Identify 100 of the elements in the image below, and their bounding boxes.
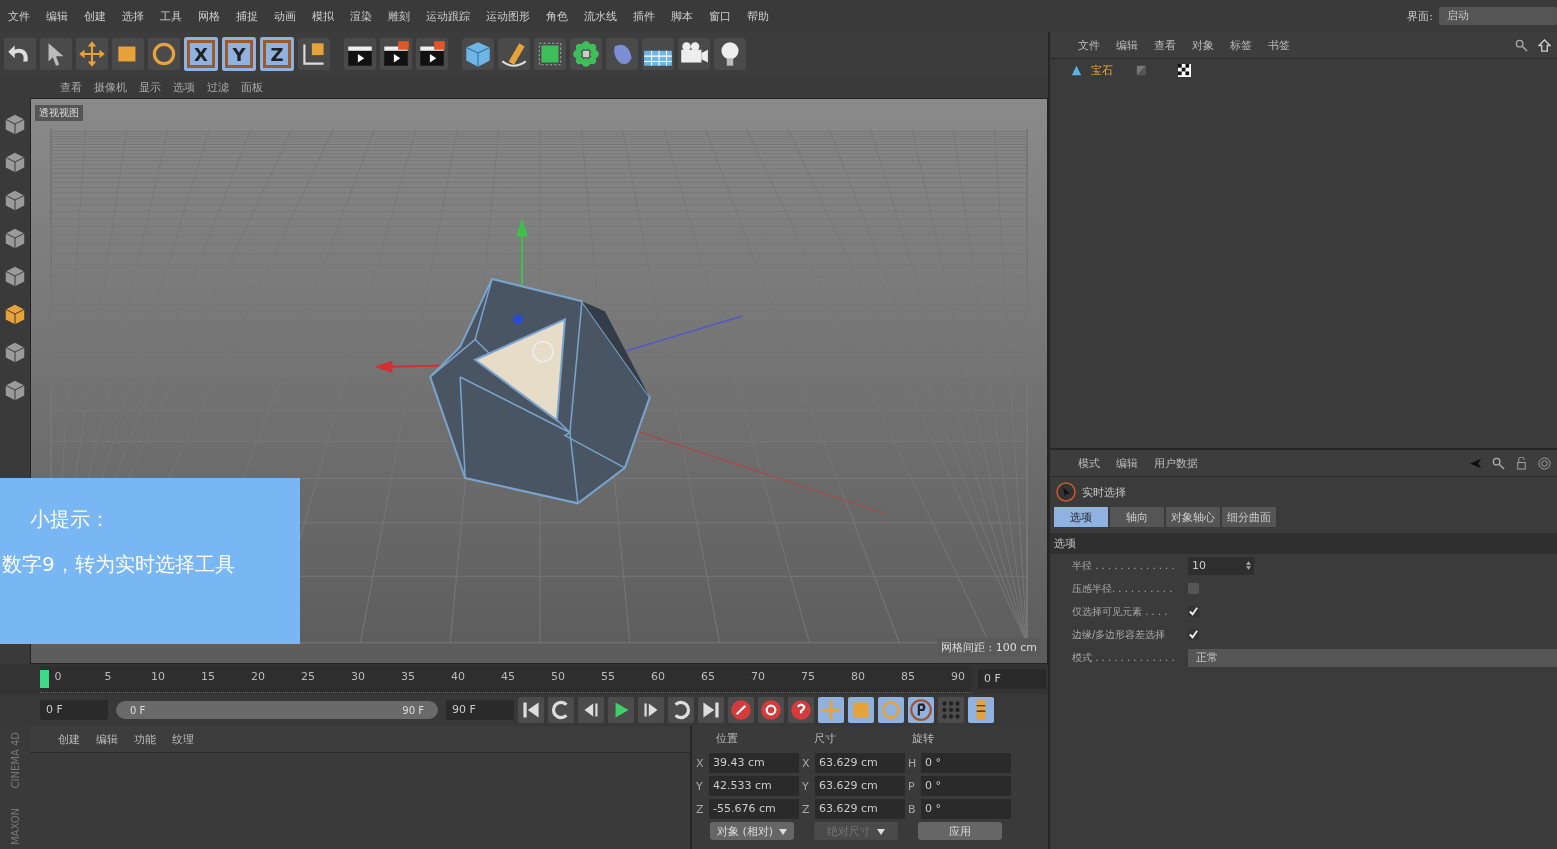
size-field[interactable]: 63.629 cm	[815, 753, 905, 773]
cube-icon[interactable]	[3, 264, 27, 288]
parameter-key-icon[interactable]	[908, 697, 934, 723]
floor-icon[interactable]	[642, 38, 674, 70]
record-key-icon[interactable]	[728, 697, 754, 723]
timeline-icon[interactable]	[968, 697, 994, 723]
flower-icon[interactable]	[570, 38, 602, 70]
play-icon[interactable]	[608, 697, 634, 723]
visibility-toggle-icon[interactable]	[1135, 63, 1148, 77]
attribute-tab[interactable]: 选项	[1054, 507, 1108, 527]
menu-item[interactable]: 脚本	[663, 8, 701, 24]
attribute-menu-item[interactable]: 编辑	[1110, 455, 1144, 471]
checker-tag-icon[interactable]	[1178, 63, 1191, 77]
attribute-menu-item[interactable]: 模式	[1072, 455, 1106, 471]
menu-item[interactable]: 角色	[538, 8, 576, 24]
menu-item[interactable]: 捕捉	[228, 8, 266, 24]
arrow-tool-icon[interactable]	[40, 38, 72, 70]
menu-item[interactable]: 窗口	[701, 8, 739, 24]
layout-dropdown[interactable]: 启动	[1439, 7, 1557, 25]
menu-item[interactable]: 模拟	[304, 8, 342, 24]
step-forward-icon[interactable]	[638, 697, 664, 723]
cube-icon[interactable]	[3, 226, 27, 250]
menu-item[interactable]: 编辑	[38, 8, 76, 24]
axis-lock-button[interactable]: X	[184, 37, 218, 71]
object-row[interactable]: 宝石	[1050, 59, 1557, 81]
checkbox[interactable]	[1188, 606, 1199, 617]
home-icon[interactable]	[1538, 38, 1551, 52]
cube-icon[interactable]	[3, 150, 27, 174]
cube-icon[interactable]	[3, 112, 27, 136]
menu-item[interactable]: 雕刻	[380, 8, 418, 24]
position-field[interactable]: 42.533 cm	[709, 776, 799, 796]
menu-item[interactable]: 创建	[76, 8, 114, 24]
attribute-tab[interactable]: 对象轴心	[1166, 507, 1220, 527]
cube-icon[interactable]	[3, 188, 27, 212]
frame-range-slider[interactable]: 0 F 90 F	[116, 701, 438, 719]
axis-lock-button[interactable]: Z	[260, 37, 294, 71]
attribute-tab[interactable]: 轴向	[1110, 507, 1164, 527]
menu-item[interactable]: 网格	[190, 8, 228, 24]
viewport-menu-item[interactable]: 选项	[167, 79, 201, 95]
search-icon[interactable]	[1515, 38, 1528, 52]
cube-icon[interactable]	[3, 340, 27, 364]
cube-icon[interactable]	[3, 378, 27, 402]
scale-tool-icon[interactable]	[112, 38, 144, 70]
object-menu-item[interactable]: 书签	[1262, 37, 1296, 53]
menu-item[interactable]: 运动跟踪	[418, 8, 478, 24]
menu-item[interactable]: 流水线	[576, 8, 625, 24]
go-to-start-icon[interactable]	[518, 697, 544, 723]
mode-dropdown[interactable]: 对象 (相对)	[710, 822, 794, 840]
menu-item[interactable]: 动画	[266, 8, 304, 24]
step-back-icon[interactable]	[578, 697, 604, 723]
help-icon[interactable]	[788, 697, 814, 723]
material-menu-item[interactable]: 创建	[52, 731, 86, 747]
cube-icon[interactable]	[462, 38, 494, 70]
clapperboard-icon[interactable]	[416, 38, 448, 70]
next-key-icon[interactable]	[668, 697, 694, 723]
material-menu-item[interactable]: 纹理	[166, 731, 200, 747]
viewport-menu-item[interactable]: 面板	[235, 79, 269, 95]
cube-selection-icon[interactable]	[534, 38, 566, 70]
move-tool-icon[interactable]	[76, 38, 108, 70]
viewport-menu-item[interactable]: 过滤	[201, 79, 235, 95]
rotation-field[interactable]: 0 °	[921, 753, 1011, 773]
position-field[interactable]: 39.43 cm	[709, 753, 799, 773]
previous-key-icon[interactable]	[548, 697, 574, 723]
go-to-end-icon[interactable]	[698, 697, 724, 723]
object-menu-item[interactable]: 标签	[1224, 37, 1258, 53]
viewport-menu-item[interactable]: 显示	[133, 79, 167, 95]
number-field[interactable]: 10	[1188, 556, 1254, 575]
cube-icon[interactable]	[3, 302, 27, 326]
menu-item[interactable]: 文件	[0, 8, 38, 24]
menu-item[interactable]: 插件	[625, 8, 663, 24]
start-frame-field[interactable]: 0 F	[40, 700, 108, 720]
light-bulb-icon[interactable]	[714, 38, 746, 70]
position-field[interactable]: -55.676 cm	[709, 799, 799, 819]
camera-icon[interactable]	[678, 38, 710, 70]
attribute-menu-item[interactable]: 用户数据	[1148, 455, 1204, 471]
size-field[interactable]: 63.629 cm	[815, 799, 905, 819]
rotation-field[interactable]: 0 °	[921, 799, 1011, 819]
size-field[interactable]: 63.629 cm	[815, 776, 905, 796]
menu-item[interactable]: 选择	[114, 8, 152, 24]
pen-icon[interactable]	[498, 38, 530, 70]
undo-icon[interactable]	[4, 38, 36, 70]
axis-lock-button[interactable]: Y	[222, 37, 256, 71]
rotation-field[interactable]: 0 °	[921, 776, 1011, 796]
clapperboard-icon[interactable]	[380, 38, 412, 70]
material-menu-item[interactable]: 功能	[128, 731, 162, 747]
rotate-tool-icon[interactable]	[148, 38, 180, 70]
menu-item[interactable]: 工具	[152, 8, 190, 24]
object-menu-item[interactable]: 文件	[1072, 37, 1106, 53]
menu-item[interactable]: 帮助	[739, 8, 777, 24]
checkbox[interactable]	[1188, 629, 1199, 640]
checkbox[interactable]	[1188, 583, 1199, 594]
viewport-menu-item[interactable]: 查看	[54, 79, 88, 95]
target-icon[interactable]	[1538, 456, 1551, 470]
current-frame-field[interactable]: 0 F	[978, 669, 1046, 689]
playhead-marker[interactable]	[40, 669, 49, 688]
end-frame-field[interactable]: 90 F	[446, 700, 514, 720]
object-menu-item[interactable]: 编辑	[1110, 37, 1144, 53]
object-menu-item[interactable]: 对象	[1186, 37, 1220, 53]
spinner-arrows-icon[interactable]	[1246, 560, 1251, 570]
material-menu-item[interactable]: 编辑	[90, 731, 124, 747]
